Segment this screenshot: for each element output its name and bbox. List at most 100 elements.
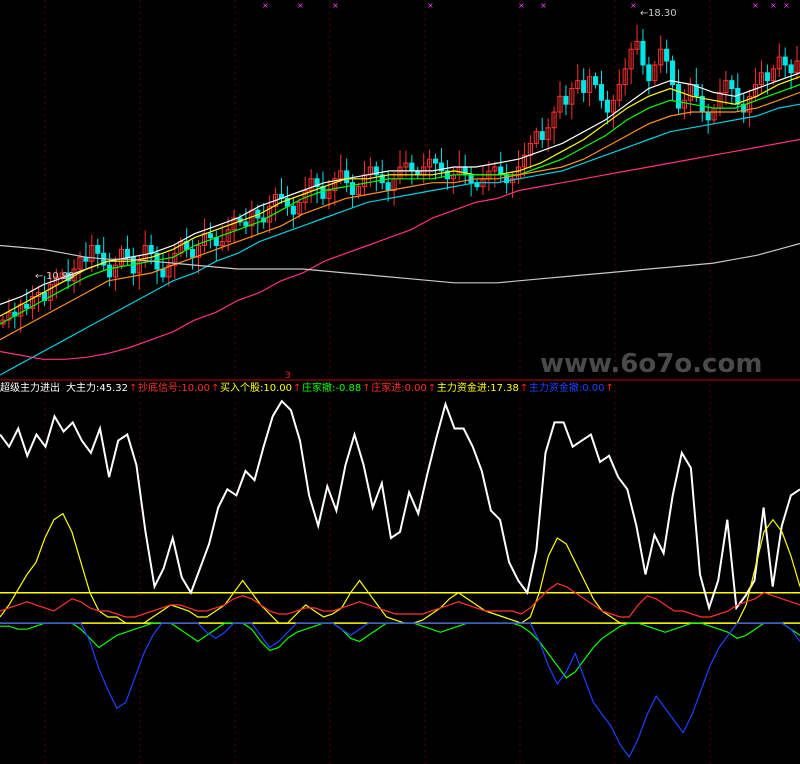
candle [658, 35, 664, 74]
candle [468, 166, 474, 197]
candle-body [320, 186, 326, 199]
candle [261, 202, 267, 229]
candle-body [409, 162, 415, 172]
candle [551, 106, 557, 145]
watermark-text: www.6o7o.com [540, 349, 762, 379]
candle [83, 242, 89, 269]
readout-arrow-3: ↑ [362, 383, 370, 394]
candle [350, 174, 356, 209]
candle [545, 118, 551, 152]
candle [6, 298, 12, 329]
candle-body [539, 131, 545, 141]
candle [782, 47, 788, 78]
candle-body [290, 205, 296, 215]
ma-line-2 [0, 84, 800, 325]
low-price-arrow: ← [35, 271, 43, 282]
signal-marker-5: × [540, 1, 547, 10]
candle [521, 142, 528, 177]
candle [148, 234, 154, 265]
signal-marker-7: × [752, 1, 759, 10]
signal-marker-3: × [427, 1, 434, 10]
readout-arrow-4: ↑ [428, 383, 436, 394]
candle [403, 150, 409, 177]
candle [699, 83, 705, 122]
candle [634, 24, 640, 55]
candle [255, 204, 261, 235]
top-marker: 3 [285, 371, 291, 381]
candle-body [213, 237, 219, 246]
candle [747, 89, 753, 128]
readout-arrow-2: ↑ [293, 383, 301, 394]
candle-body [107, 264, 113, 278]
candle [308, 169, 314, 203]
candle-body [604, 99, 610, 113]
candle-body [646, 64, 652, 82]
candle [118, 245, 125, 270]
candle [711, 103, 717, 125]
ma-line-4 [0, 103, 800, 376]
candle-body [432, 158, 439, 164]
low-price-label: 10.99 [46, 271, 75, 282]
candle-body [160, 268, 166, 278]
candle-body [788, 64, 794, 74]
candle [213, 230, 219, 261]
candle [361, 161, 368, 195]
indicator-panel [0, 399, 800, 759]
candle [278, 177, 285, 204]
signal-marker-4: × [518, 1, 525, 10]
candle [592, 72, 599, 89]
candle [504, 163, 510, 194]
candle [563, 85, 569, 116]
candle [486, 161, 492, 192]
candle-body [243, 221, 249, 227]
readout-2: 买入个股:10.00 [220, 382, 292, 394]
candle [409, 154, 415, 185]
signal-marker-1: × [297, 1, 304, 10]
indicator-readout-bar: 超级主力进出 大主力:45.32 ↑ 抄底信号:10.00 ↑ 买入个股:10.00 ↑ 庄… [0, 381, 614, 394]
candle [456, 150, 462, 181]
candle [539, 117, 545, 148]
readout-arrow-0: ↑ [129, 383, 137, 394]
stock-chart: × × × × × × × × × × www.6o7o.com 18.30 ← 10.99 ← … [0, 0, 800, 764]
candle [616, 69, 622, 108]
candle-body [729, 80, 735, 89]
candle-body [675, 84, 682, 109]
indicator-line-4 [0, 622, 800, 759]
candle-body [95, 244, 101, 254]
candle [379, 159, 385, 190]
candle [776, 43, 782, 78]
candle-body [581, 80, 587, 93]
candle-body [350, 182, 356, 195]
candle [717, 78, 723, 117]
high-price-label: 18.30 [648, 8, 677, 19]
candle [640, 29, 646, 75]
candle [267, 195, 273, 233]
signal-marker-0: × [262, 1, 269, 10]
candle [788, 59, 794, 90]
readout-arrow-6: ↑ [606, 383, 614, 394]
signal-marker-6: × [630, 1, 637, 10]
candle-body [563, 95, 569, 105]
candle [172, 245, 178, 279]
readout-1: 抄底信号:10.00 [138, 381, 210, 394]
readout-5: 主力资金进:17.38 [437, 381, 519, 394]
candle [735, 73, 741, 112]
readout-4: 庄家进:0.00 [371, 381, 427, 394]
vertical-grid-lines [44, 0, 711, 764]
signal-marker-2: × [332, 1, 339, 10]
candle [130, 247, 136, 286]
candle [385, 171, 391, 202]
readout-6: 主力资金撤:0.00 [529, 381, 605, 394]
candle [231, 209, 237, 244]
candle-body [190, 248, 196, 258]
candle [533, 127, 539, 148]
candle-body [598, 84, 605, 101]
signal-marker-9: × [783, 1, 790, 10]
candle [474, 178, 480, 191]
candle-body [148, 244, 154, 254]
indicator-line-0 [0, 399, 800, 612]
candle-body [344, 170, 350, 184]
candle [652, 60, 658, 85]
candle [480, 165, 486, 195]
candle [628, 42, 634, 84]
